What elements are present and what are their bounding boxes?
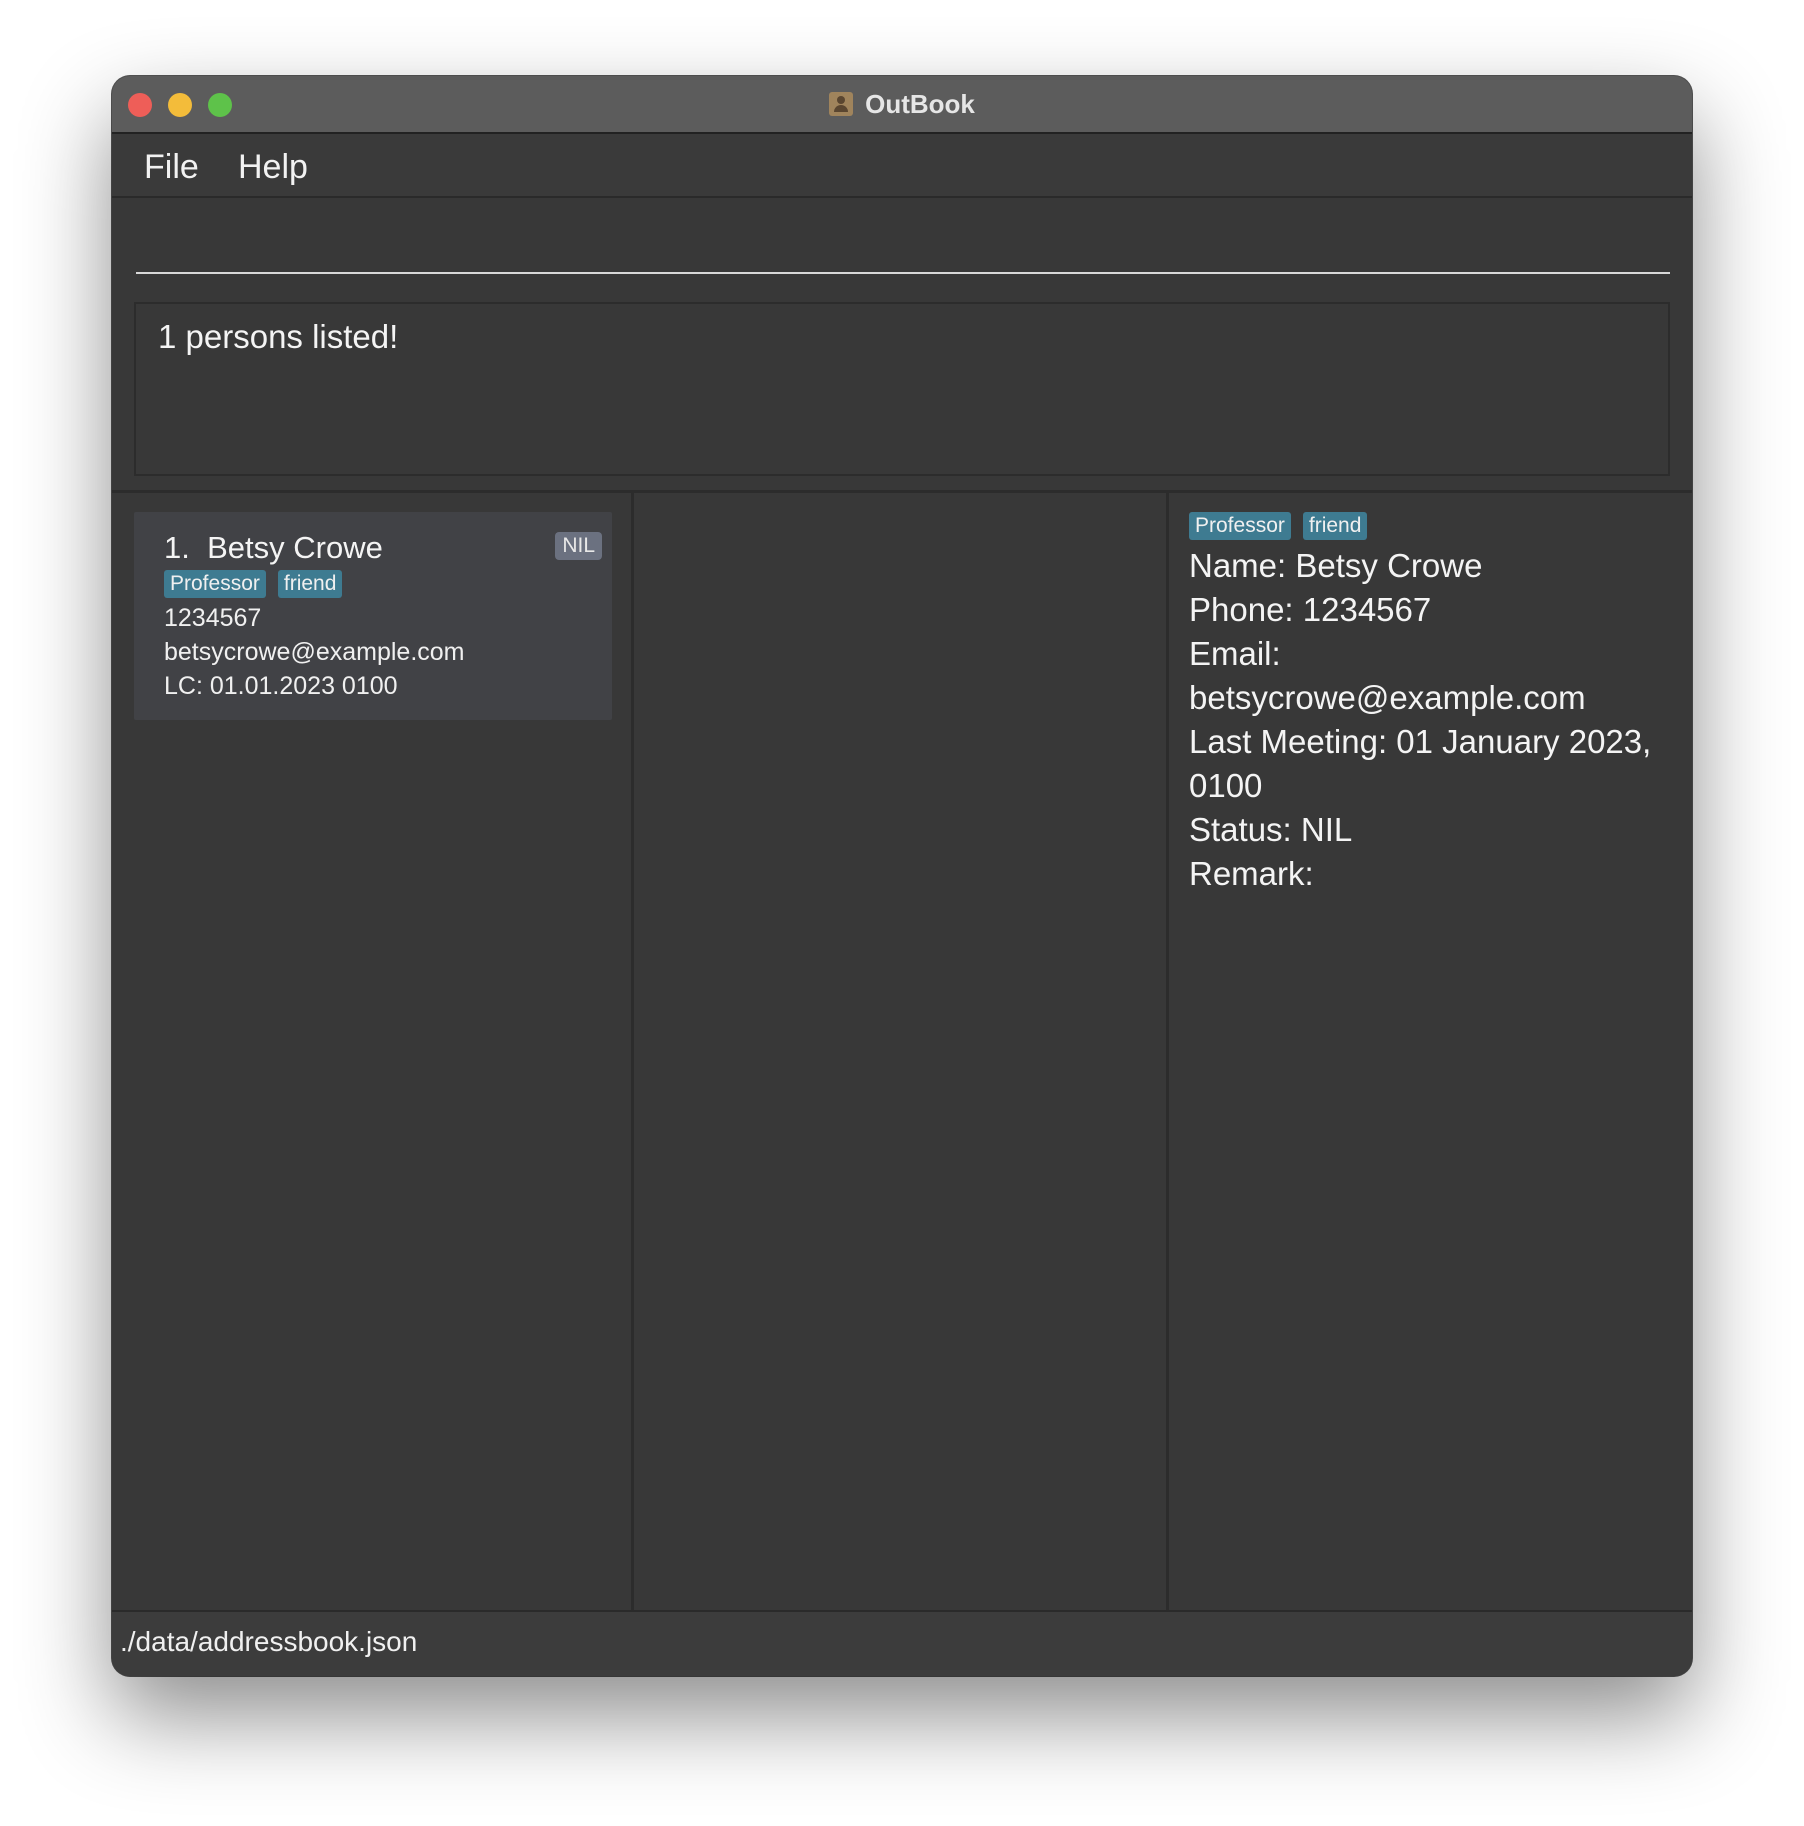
detail-phone: Phone: 1234567	[1189, 591, 1432, 628]
detail-status: Status: NIL	[1189, 811, 1353, 848]
person-name: Betsy Crowe	[207, 530, 383, 565]
detail-last-meeting: Last Meeting: 01 January 2023,	[1189, 723, 1652, 760]
person-index: 1.	[164, 530, 190, 565]
address-book-icon	[829, 92, 854, 116]
status-bar: ./data/addressbook.json	[112, 1610, 1692, 1676]
window-title: OutBook	[865, 88, 975, 119]
menu-bar: File Help	[112, 134, 1692, 198]
result-display: 1 persons listed!	[134, 302, 1670, 476]
status-badge: NIL	[555, 532, 602, 560]
detail-remark: Remark:	[1189, 855, 1314, 892]
detail-tag-professor: Professor	[1189, 512, 1291, 540]
tag-friend: friend	[277, 570, 343, 598]
app-window: OutBook File Help 1 persons listed! 1. B…	[112, 76, 1692, 1676]
detail-email-label: Email:	[1189, 635, 1281, 672]
menu-file[interactable]: File	[144, 144, 199, 191]
tag-professor: Professor	[164, 570, 266, 598]
detail-tags: Professor friend	[1189, 512, 1669, 540]
person-card[interactable]: 1. Betsy Crowe NIL Professor friend 12345…	[134, 512, 612, 720]
menu-help[interactable]: Help	[238, 144, 308, 191]
person-tags: Professor friend	[164, 570, 354, 598]
person-detail-panel: Professor friend Name: Betsy Crowe Phone:…	[1189, 512, 1669, 896]
detail-last-meeting-time: 0100	[1189, 767, 1263, 804]
person-last-contacted: LC: 01.01.2023 0100	[164, 672, 398, 700]
person-email: betsycrowe@example.com	[164, 638, 465, 666]
command-input[interactable]	[136, 208, 1670, 274]
horizontal-divider	[112, 490, 1692, 493]
detail-name: Name: Betsy Crowe	[1189, 547, 1483, 584]
panel-divider-left[interactable]	[631, 493, 634, 1610]
title-bar[interactable]: OutBook	[112, 76, 1692, 134]
result-message: 1 persons listed!	[158, 318, 399, 355]
window-title-group: OutBook	[112, 76, 1692, 132]
detail-tag-friend: friend	[1302, 512, 1368, 540]
person-phone: 1234567	[164, 604, 262, 632]
command-box	[112, 198, 1692, 284]
panel-divider-right[interactable]	[1166, 493, 1169, 1610]
save-file-path: ./data/addressbook.json	[120, 1626, 418, 1657]
detail-email: betsycrowe@example.com	[1189, 679, 1586, 716]
person-card-title: 1. Betsy Crowe	[164, 530, 383, 566]
